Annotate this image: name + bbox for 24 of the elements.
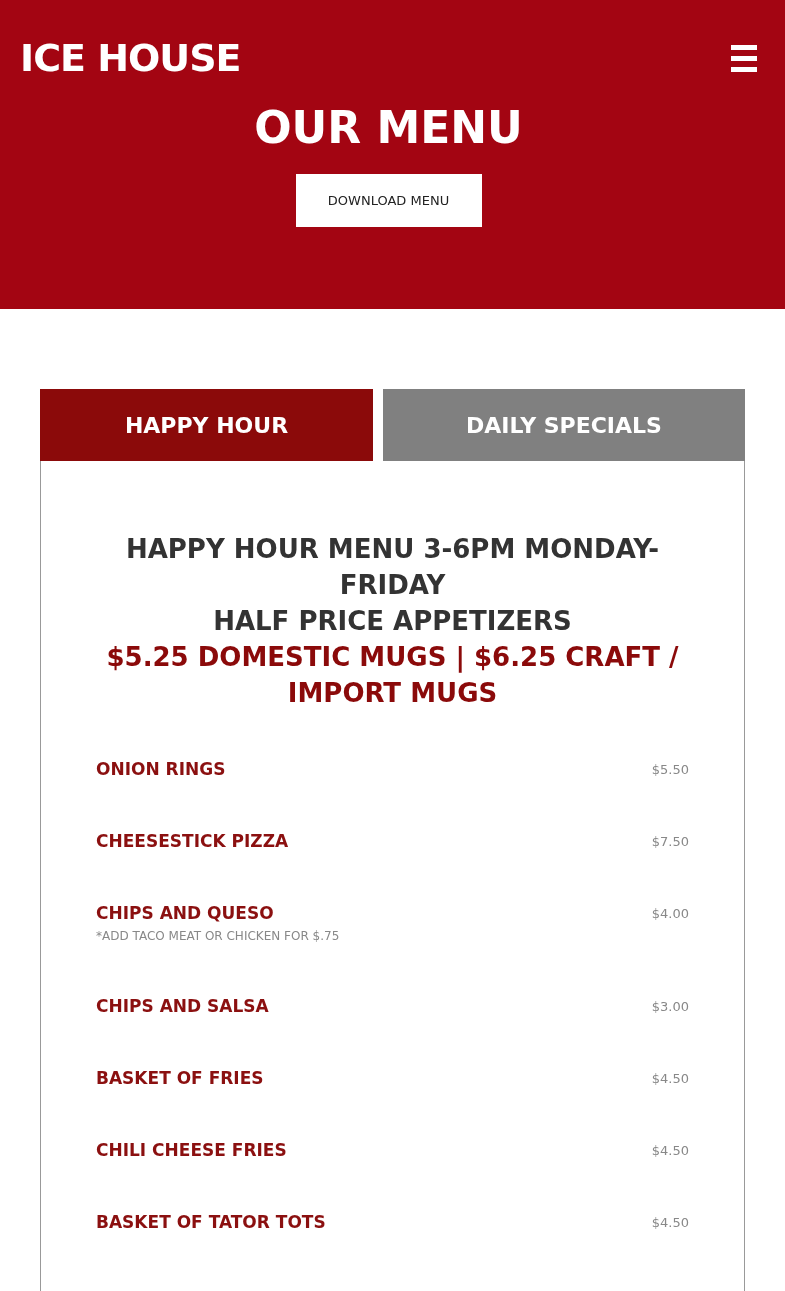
page-title: OUR MENU xyxy=(253,104,524,153)
item-name: BASKET OF TATOR TOTS xyxy=(96,1212,326,1232)
drink-specials: $5.25 DOMESTIC MUGS | $6.25 CRAFT / IMPORT MUGS xyxy=(105,641,680,710)
menu-heading: HAPPY HOUR MENU 3-6PM MONDAY-FRIDAY xyxy=(124,533,661,602)
menu-heading: HALF PRICE APPETIZERS xyxy=(212,605,573,638)
item-price: $4.50 xyxy=(651,1070,689,1086)
item-price: $4.50 xyxy=(651,1214,689,1230)
item-name: BASKET OF FRIES xyxy=(96,1068,264,1088)
menu-tab[interactable]: HAPPY HOUR xyxy=(40,389,373,461)
item-note: *ADD TACO MEAT OR CHICKEN FOR $.75 xyxy=(96,929,340,943)
item-price: $4.50 xyxy=(651,1142,689,1158)
download-menu-button[interactable]: DOWNLOAD MENU xyxy=(295,174,482,228)
menu-icon[interactable] xyxy=(731,44,757,72)
item-price: $4.00 xyxy=(651,905,689,921)
item-name: ONION RINGS xyxy=(96,759,226,779)
item-price: $7.50 xyxy=(651,833,689,849)
item-name: CHIPS AND SALSA xyxy=(96,996,269,1016)
item-price: $3.00 xyxy=(651,998,689,1014)
menu-tab[interactable]: DAILY SPECIALS xyxy=(383,389,745,461)
item-name: CHIPS AND QUESO xyxy=(96,903,274,923)
site-logo[interactable]: ICE HOUSE xyxy=(20,36,241,80)
item-name: CHEESESTICK PIZZA xyxy=(96,831,289,851)
item-name: CHILI CHEESE FRIES xyxy=(96,1140,287,1160)
item-price: $5.50 xyxy=(651,761,689,777)
